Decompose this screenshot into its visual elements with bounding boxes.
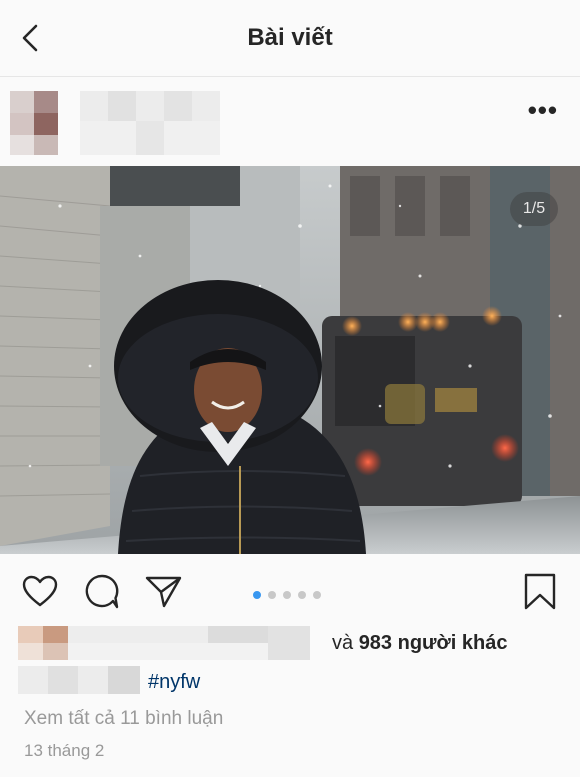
caption-hashtag[interactable]: #nyfw (148, 671, 200, 694)
carousel-dot (283, 591, 291, 599)
share-button[interactable] (144, 572, 184, 612)
username-blurred[interactable] (80, 91, 220, 155)
likes-count-text[interactable]: và 983 người khác (332, 632, 507, 655)
image-counter: 1/5 (510, 192, 558, 226)
top-navigation-bar: Bài viết (0, 0, 580, 77)
heart-icon (22, 575, 58, 607)
carousel-dot (298, 591, 306, 599)
avatar[interactable] (10, 91, 58, 155)
carousel-indicator (253, 586, 328, 599)
likes-count: 983 người khác (358, 632, 508, 654)
view-all-comments-link[interactable]: Xem tất cả 11 bình luận (24, 708, 223, 730)
post-photo (0, 166, 580, 554)
likes-row: và 983 người khác (18, 626, 578, 660)
caption-row: #nyfw (18, 666, 578, 696)
liker-avatar-blurred[interactable] (18, 626, 68, 660)
likes-prefix: và (332, 632, 359, 654)
comment-icon (85, 574, 119, 609)
comment-button[interactable] (82, 572, 122, 612)
like-button[interactable] (20, 572, 60, 612)
save-button[interactable] (520, 572, 560, 612)
post-image[interactable]: 1/5 (0, 166, 580, 554)
bookmark-icon (524, 573, 556, 610)
post-author-bar: ••• (0, 77, 580, 165)
carousel-dot (313, 591, 321, 599)
page-title: Bài viết (247, 24, 333, 51)
liker-username-blurred[interactable] (68, 626, 310, 660)
post-date: 13 tháng 2 (24, 741, 105, 760)
more-horizontal-icon: ••• (527, 95, 558, 125)
more-options-button[interactable]: ••• (528, 97, 558, 123)
carousel-dot (253, 591, 261, 599)
send-icon (145, 576, 182, 608)
caption-username-blurred[interactable] (18, 666, 140, 694)
carousel-dot (268, 591, 276, 599)
